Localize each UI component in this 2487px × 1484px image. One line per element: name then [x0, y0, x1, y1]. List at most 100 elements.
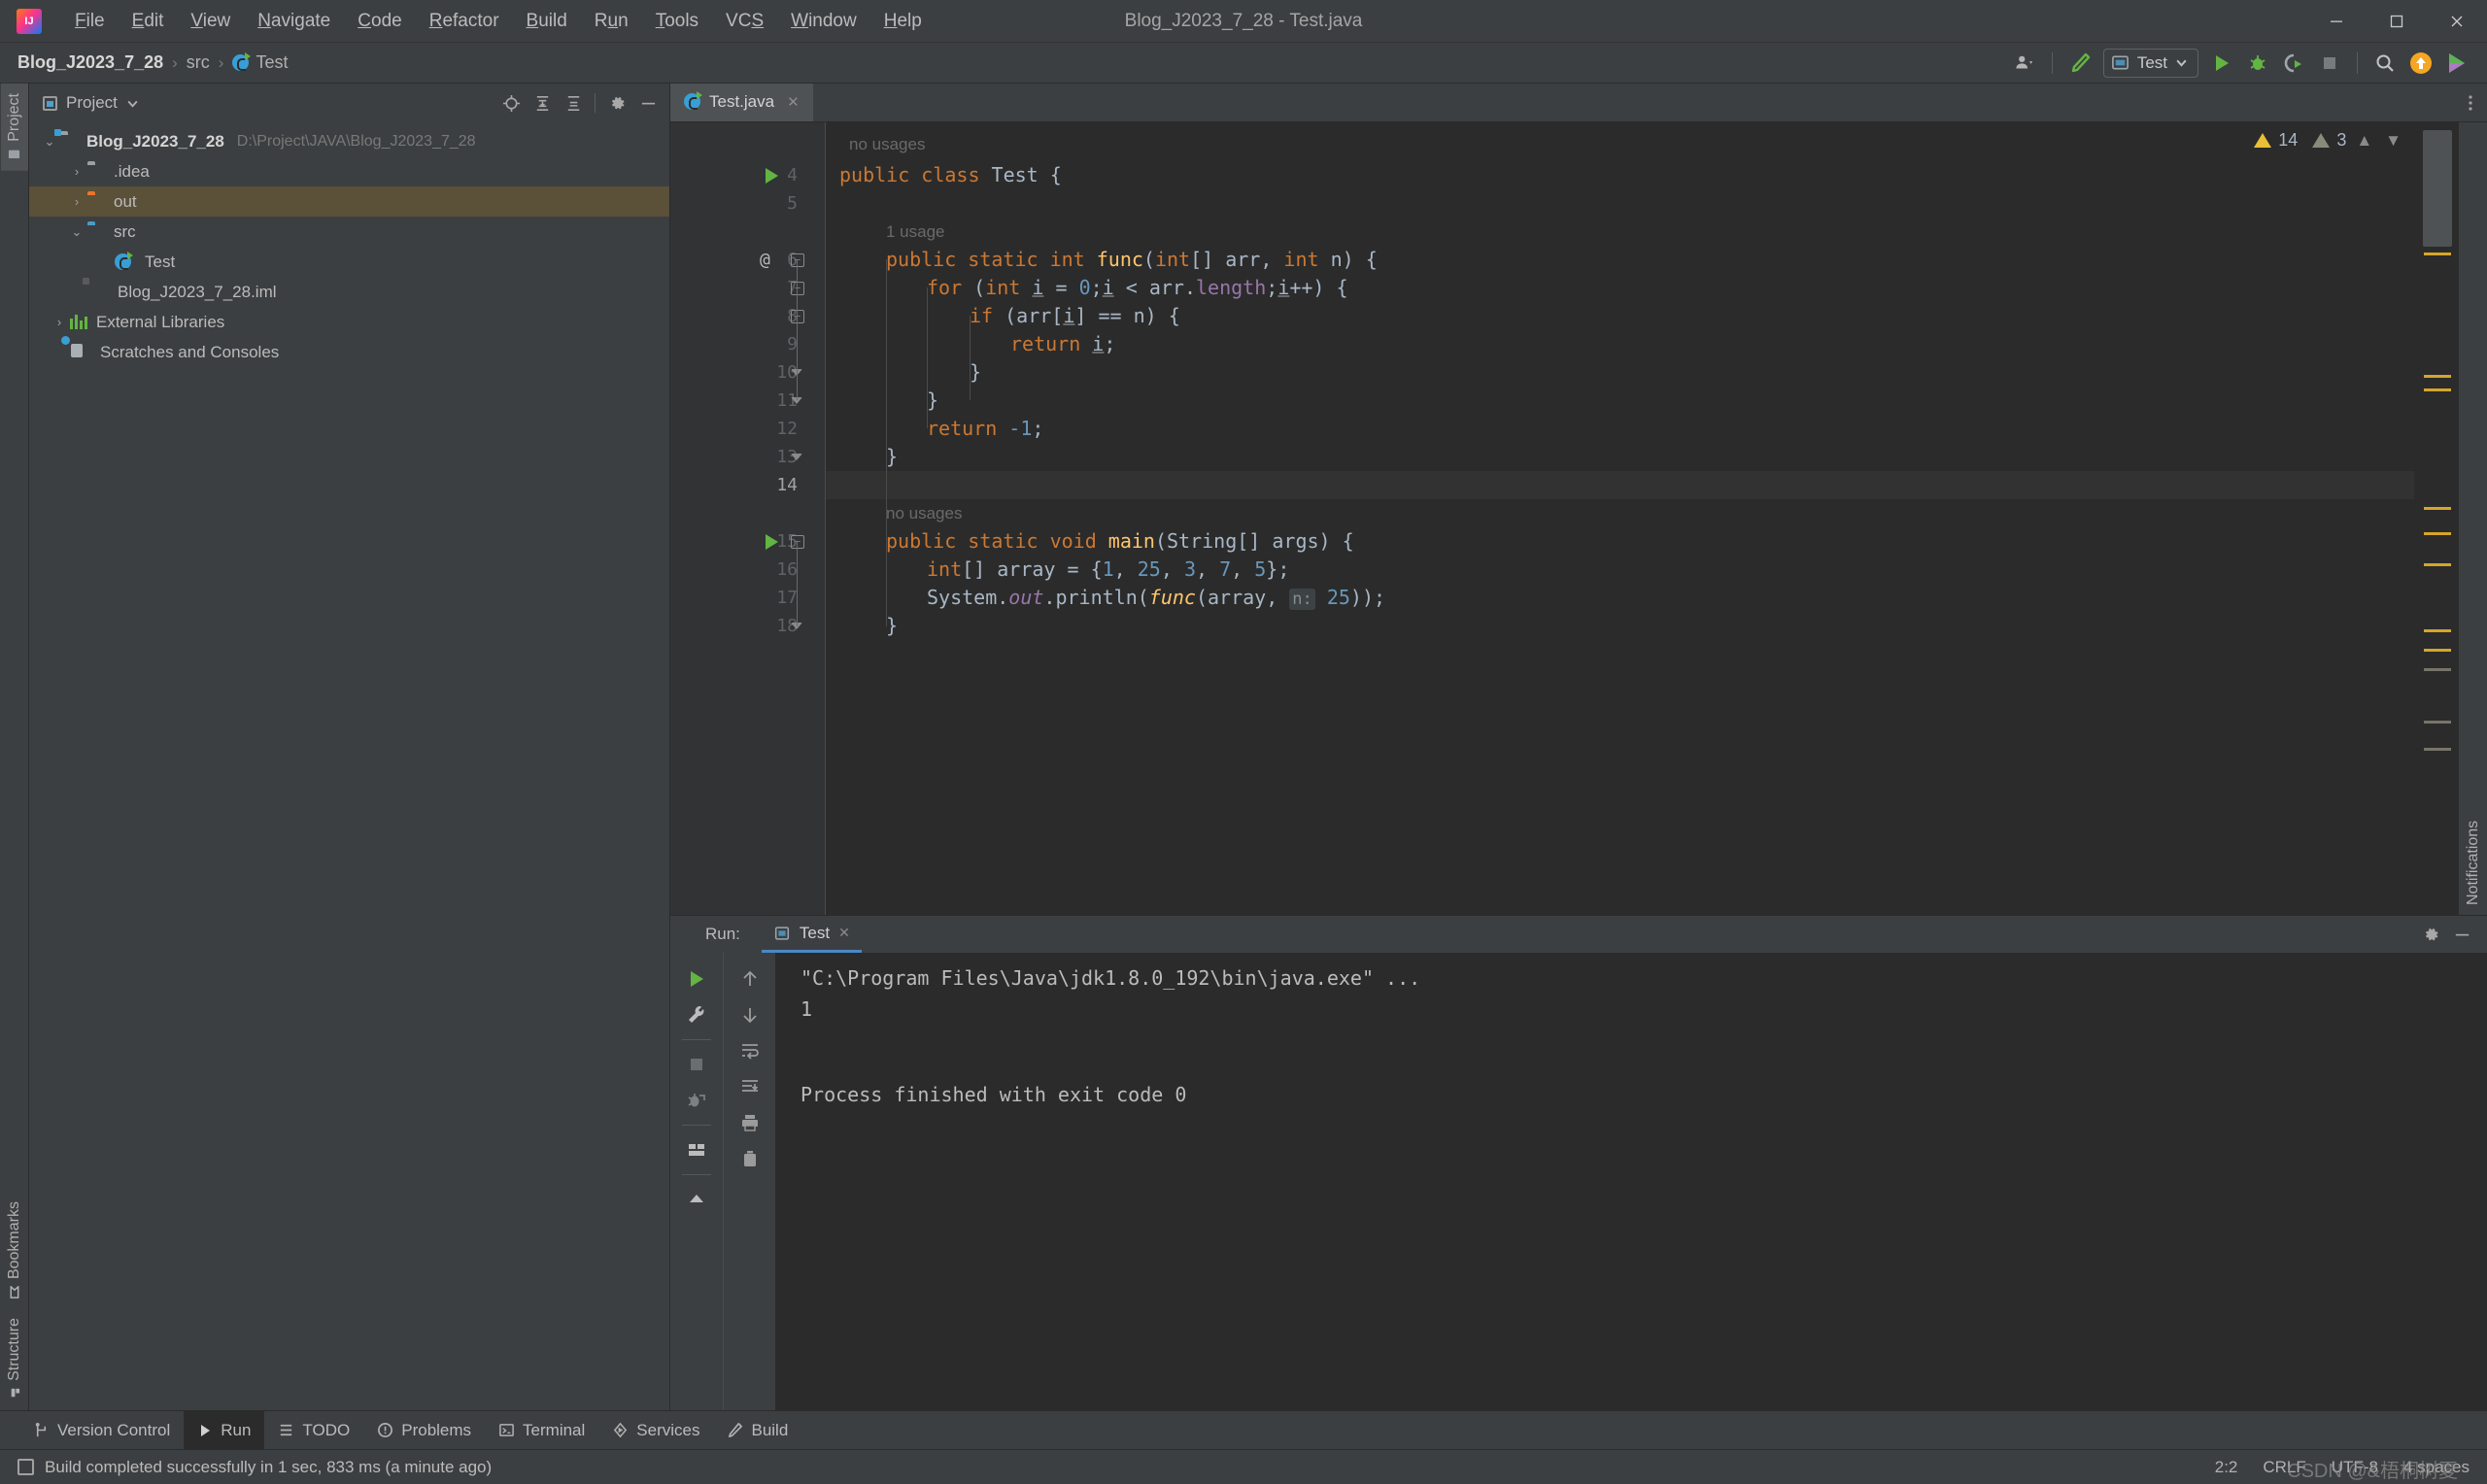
settings-gear-icon[interactable]	[2417, 922, 2444, 947]
chevron-right-icon[interactable]: ›	[66, 164, 87, 179]
stripe-marker-warning[interactable]	[2424, 253, 2451, 255]
menu-view[interactable]: View	[177, 7, 244, 36]
code-line-17[interactable]: System.out.println(func(array, n: 25));	[826, 584, 2414, 612]
breadcrumb-file[interactable]: Test	[256, 52, 288, 73]
tree-item-idea[interactable]: › .idea	[29, 156, 669, 186]
scroll-to-end-icon[interactable]	[732, 1070, 767, 1103]
stripe-marker-warning[interactable]	[2424, 507, 2451, 510]
expand-all-icon[interactable]	[528, 90, 556, 116]
menu-edit[interactable]: Edit	[119, 7, 178, 36]
toolwindow-build[interactable]: Build	[713, 1411, 801, 1449]
run-with-coverage-icon[interactable]	[2277, 49, 2310, 78]
code-line-7[interactable]: for (int i = 0;i < arr.length;i++) {	[826, 274, 2414, 302]
layout-settings-icon[interactable]	[679, 1133, 714, 1166]
clear-all-icon[interactable]	[732, 1142, 767, 1175]
tree-item-iml-file[interactable]: Blog_J2023_7_28.iml	[29, 277, 669, 307]
code-line-10[interactable]: }	[826, 358, 2414, 387]
menu-tools[interactable]: Tools	[642, 7, 712, 36]
select-opened-file-icon[interactable]	[497, 90, 525, 116]
toolwindow-todo[interactable]: TODO	[264, 1411, 363, 1449]
toolwindow-run[interactable]: Run	[184, 1411, 265, 1449]
sidebar-item-notifications[interactable]: Notifications	[2460, 136, 2487, 915]
collapse-all-icon[interactable]	[560, 90, 587, 116]
hide-panel-icon[interactable]	[634, 90, 662, 116]
annotation-gutter-icon[interactable]: @	[760, 250, 770, 270]
chevron-down-icon[interactable]: ⌄	[39, 134, 60, 150]
code-line-12[interactable]: return -1;	[826, 415, 2414, 443]
code-editor[interactable]: 4 5 6 @ − 7 − 8 − 9 10 11 12 13 14 15 − …	[670, 122, 2487, 915]
code-line-18[interactable]: }	[826, 612, 2414, 640]
toolwindow-services[interactable]: Services	[598, 1411, 713, 1449]
code-text-area[interactable]: no usages public class Test { 1 usage pu…	[826, 122, 2414, 915]
fold-marker-icon[interactable]: −	[791, 281, 804, 295]
chevron-up-icon[interactable]: ▲	[2353, 131, 2375, 151]
maximize-button[interactable]	[2367, 0, 2427, 43]
chevron-right-icon[interactable]: ›	[49, 315, 70, 329]
code-line-15[interactable]: public static void main(String[] args) {	[826, 527, 2414, 556]
fold-marker-icon[interactable]: −	[791, 534, 804, 549]
editor-tab-test-java[interactable]: Test.java ✕	[670, 84, 813, 121]
chevron-down-icon[interactable]: ⌄	[66, 224, 87, 240]
stripe-marker-warning[interactable]	[2424, 388, 2451, 391]
code-line-11[interactable]: }	[826, 387, 2414, 415]
close-button[interactable]	[2427, 0, 2487, 43]
sidebar-item-structure[interactable]: Structure	[1, 1308, 28, 1410]
sidebar-item-bookmarks[interactable]: Bookmarks	[1, 1192, 28, 1308]
menu-file[interactable]: File	[61, 7, 119, 36]
usage-hint[interactable]: 1 usage	[826, 218, 2414, 246]
code-line-16[interactable]: int[] array = {1, 25, 3, 7, 5};	[826, 556, 2414, 584]
more-options-icon[interactable]	[2454, 84, 2487, 121]
print-icon[interactable]	[732, 1106, 767, 1139]
rerun-icon[interactable]	[679, 962, 714, 995]
hide-panel-icon[interactable]	[2448, 922, 2475, 947]
menu-code[interactable]: Code	[344, 7, 415, 36]
stripe-marker-weak[interactable]	[2424, 668, 2451, 671]
stripe-marker-weak[interactable]	[2424, 721, 2451, 724]
menu-vcs[interactable]: VCS	[712, 7, 777, 36]
fold-end-marker-icon[interactable]	[791, 454, 802, 460]
tree-item-project-root[interactable]: ⌄ Blog_J2023_7_28 D:\Project\JAVA\Blog_J…	[29, 126, 669, 156]
pin-tab-icon[interactable]	[679, 1183, 714, 1216]
settings-gear-icon[interactable]	[603, 90, 630, 116]
stripe-marker-warning[interactable]	[2424, 563, 2451, 566]
code-line-9[interactable]: return i;	[826, 330, 2414, 358]
toolwindow-version-control[interactable]: Version Control	[19, 1411, 184, 1449]
file-encoding[interactable]: UTF-8	[2332, 1458, 2378, 1477]
ide-feature-icon[interactable]	[2440, 49, 2473, 78]
inspection-widget[interactable]: 14 3 ▲ ▼	[2254, 130, 2404, 151]
indent-setting[interactable]: 4 spaces	[2403, 1458, 2470, 1477]
code-line-13[interactable]: }	[826, 443, 2414, 471]
tree-item-external-libraries[interactable]: › External Libraries	[29, 307, 669, 337]
edit-configurations-wrench-icon[interactable]	[679, 998, 714, 1031]
editor-scrollbar-thumb[interactable]	[2423, 130, 2452, 247]
status-message-group[interactable]: Build completed successfully in 1 sec, 8…	[17, 1458, 492, 1477]
menu-navigate[interactable]: Navigate	[244, 7, 344, 36]
run-gutter-icon[interactable]	[766, 167, 778, 184]
update-project-icon[interactable]	[2404, 49, 2437, 78]
stop-icon[interactable]	[679, 1048, 714, 1081]
stripe-marker-weak[interactable]	[2424, 748, 2451, 751]
close-icon[interactable]: ✕	[787, 93, 800, 111]
run-configuration-selector[interactable]: Test	[2102, 48, 2198, 78]
run-panel-tab-test[interactable]: Test ✕	[761, 916, 862, 953]
stripe-marker-warning[interactable]	[2424, 649, 2451, 652]
menu-run[interactable]: Run	[581, 7, 642, 36]
tree-item-scratches[interactable]: Scratches and Consoles	[29, 337, 669, 367]
code-line-8[interactable]: if (arr[i] == n) {	[826, 302, 2414, 330]
minimize-button[interactable]	[2306, 0, 2367, 43]
stripe-marker-warning[interactable]	[2424, 532, 2451, 535]
tree-item-out[interactable]: › out	[29, 186, 669, 217]
debug-icon[interactable]	[2241, 49, 2274, 78]
stripe-marker-warning[interactable]	[2424, 629, 2451, 632]
toolwindow-terminal[interactable]: Terminal	[485, 1411, 598, 1449]
line-separator[interactable]: CRLF	[2263, 1458, 2305, 1477]
console-output[interactable]: "C:\Program Files\Java\jdk1.8.0_192\bin\…	[775, 953, 2487, 1410]
editor-gutter[interactable]: 4 5 6 @ − 7 − 8 − 9 10 11 12 13 14 15 − …	[670, 122, 826, 915]
scroll-down-icon[interactable]	[732, 998, 767, 1031]
tree-item-src[interactable]: ⌄ src	[29, 217, 669, 247]
caret-position[interactable]: 2:2	[2215, 1458, 2238, 1477]
usage-hint[interactable]: no usages	[826, 499, 2414, 527]
usage-hint[interactable]: no usages	[826, 130, 2414, 158]
rerun-failed-icon[interactable]	[679, 1084, 714, 1117]
menu-refactor[interactable]: Refactor	[416, 7, 513, 36]
